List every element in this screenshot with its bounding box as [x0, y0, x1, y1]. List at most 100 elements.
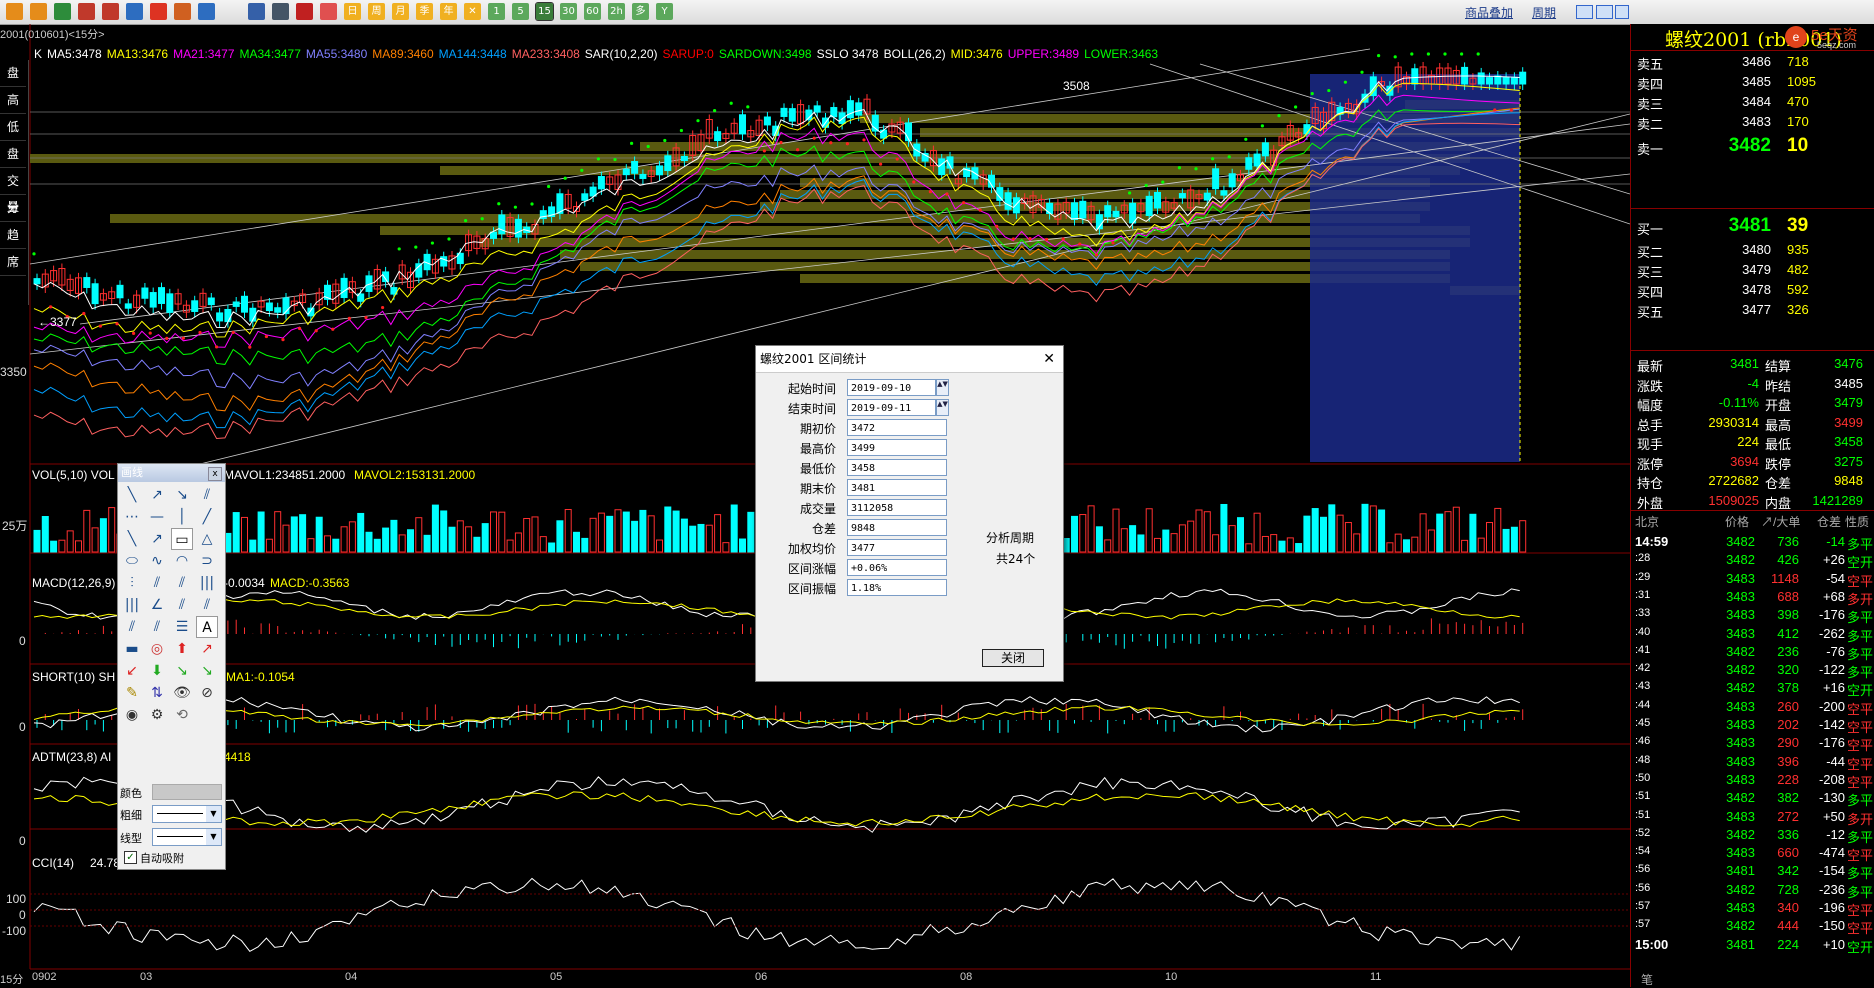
rect-icon[interactable]: ▭	[171, 528, 193, 550]
channel-icon[interactable]: ⫶	[121, 572, 143, 594]
dialog-field-input[interactable]: 9848	[847, 519, 947, 536]
fib-fan-icon[interactable]: ⫽	[171, 572, 193, 594]
angle-icon[interactable]: ∠	[146, 594, 168, 616]
auto-snap-checkbox[interactable]: ✓	[124, 851, 137, 864]
arrow-line-icon[interactable]: ↗	[146, 484, 168, 506]
palette-close-button[interactable]: x	[208, 467, 222, 481]
left-tool-5[interactable]: 分	[0, 195, 26, 222]
text-icon[interactable]: A	[196, 616, 218, 638]
ellipse-icon[interactable]: ⬭	[121, 550, 143, 572]
down-arrow-icon[interactable]: ⬇	[146, 660, 168, 682]
line-segment-icon[interactable]: ╲	[121, 484, 143, 506]
period-3-button[interactable]: 30	[560, 3, 577, 20]
dialog-field-input[interactable]: +0.06%	[847, 559, 947, 576]
up-right-arrow-icon[interactable]: ↗	[196, 638, 218, 660]
tick-x-icon[interactable]: ✕	[464, 3, 481, 20]
chevron-down-icon[interactable]: ▼	[206, 829, 221, 845]
arc-icon[interactable]: ⊃	[196, 550, 218, 572]
palette-weight-select[interactable]: ▼	[152, 805, 222, 823]
split-window-icon[interactable]	[1596, 5, 1613, 19]
dialog-field-input[interactable]: 3499	[847, 439, 947, 456]
down-right-arrow-icon[interactable]: ↘	[171, 660, 193, 682]
eye-hide-icon[interactable]: 👁	[171, 682, 193, 704]
down-left-arrow-icon[interactable]: ↙	[121, 660, 143, 682]
dialog-field-input[interactable]: 3477	[847, 539, 947, 556]
week-icon[interactable]: 周	[368, 3, 385, 20]
eye-icon[interactable]: ◉	[121, 704, 143, 726]
left-tool-3[interactable]: 盘	[0, 141, 26, 168]
fork-icon[interactable]: ⫽	[146, 616, 168, 638]
month-icon[interactable]: 月	[392, 3, 409, 20]
dialog-close-button[interactable]: 关闭	[982, 649, 1044, 667]
period-5-button[interactable]: 2h	[608, 3, 625, 20]
zoom-in-icon[interactable]	[78, 3, 95, 20]
vertical-bars-icon[interactable]: |||	[121, 594, 143, 616]
speed-fan-icon[interactable]: ⫽	[171, 594, 193, 616]
dialog-field-input[interactable]: 2019-09-11 15:00	[847, 399, 936, 431]
tick-tab[interactable]: 笔	[1641, 971, 1653, 988]
down-right-green-icon[interactable]: ↘	[196, 660, 218, 682]
regression-icon[interactable]: ⫽	[196, 594, 218, 616]
overlay-link[interactable]: 商品叠加	[1465, 4, 1513, 21]
fib-arc-icon[interactable]: ◠	[171, 550, 193, 572]
left-tool-7[interactable]: 席	[0, 249, 26, 276]
chevron-down-icon[interactable]: ▼	[206, 806, 221, 822]
left-tool-6[interactable]: 趋	[0, 222, 26, 249]
file-icon[interactable]	[6, 3, 23, 20]
ruler-icon[interactable]: ▬	[121, 638, 143, 660]
layout-icon[interactable]	[1576, 5, 1593, 19]
dialog-field-input[interactable]: 2019-09-10 15:00	[847, 379, 936, 411]
split-icon[interactable]: ☰	[171, 616, 193, 638]
palette-color-swatch[interactable]	[152, 784, 222, 800]
day-icon[interactable]: 日	[344, 3, 361, 20]
window-icon[interactable]	[126, 3, 143, 20]
spin-icon[interactable]: ▲▼	[936, 379, 949, 396]
line-icon[interactable]: ╲	[121, 528, 143, 550]
expand-icon[interactable]	[1615, 5, 1629, 19]
wave-icon[interactable]: ∿	[146, 550, 168, 572]
zoom-out-icon[interactable]	[102, 3, 119, 20]
palette-title-bar[interactable]: 画线 x	[118, 464, 225, 482]
period-7-button[interactable]: Y	[656, 3, 673, 20]
pencil-icon[interactable]: ✎	[121, 682, 143, 704]
palette-style-select[interactable]: ▼	[152, 828, 222, 846]
close-icon[interactable]: ✕	[1043, 346, 1055, 372]
dialog-field-input[interactable]: 1.18%	[847, 579, 947, 596]
wave-pattern-icon[interactable]: ⫽	[121, 616, 143, 638]
slope-line-icon[interactable]: ╱	[196, 506, 218, 528]
left-tool-1[interactable]: 高	[0, 87, 26, 114]
filter-icon[interactable]	[198, 3, 215, 20]
undo-icon[interactable]: ⟲	[171, 704, 193, 726]
horizontal-line-icon[interactable]: —	[146, 506, 168, 528]
period-lines-icon[interactable]: |||	[196, 572, 218, 594]
year-icon[interactable]: 年	[440, 3, 457, 20]
table-icon[interactable]	[272, 3, 289, 20]
dialog-field-input[interactable]: 3112058	[847, 499, 947, 516]
left-tool-2[interactable]: 低	[0, 114, 26, 141]
tick-icon[interactable]	[320, 3, 337, 20]
target-icon[interactable]: ◎	[146, 638, 168, 660]
buy-sell-icon[interactable]: ⇅	[146, 682, 168, 704]
left-tool-0[interactable]: 盘	[0, 60, 26, 87]
draw-pen-icon[interactable]	[150, 3, 167, 20]
dialog-field-input[interactable]: 3458	[847, 459, 947, 476]
spin-icon[interactable]: ▲▼	[936, 399, 949, 416]
brush-icon[interactable]	[174, 3, 191, 20]
season-icon[interactable]: 季	[416, 3, 433, 20]
dotted-line-icon[interactable]: ⋯	[121, 506, 143, 528]
arrow-icon[interactable]: ↗	[146, 528, 168, 550]
refresh-icon[interactable]	[54, 3, 71, 20]
chart-line-icon[interactable]	[296, 3, 313, 20]
period-link[interactable]: 周期	[1532, 4, 1556, 21]
period-4-button[interactable]: 60	[584, 3, 601, 20]
grid-icon[interactable]	[248, 3, 265, 20]
eye-off-icon[interactable]: ⊘	[196, 682, 218, 704]
vertical-line-icon[interactable]: │	[171, 506, 193, 528]
parallel-icon[interactable]: ⫽	[196, 484, 218, 506]
up-arrow-icon[interactable]: ⬆	[171, 638, 193, 660]
period-1-button[interactable]: 5	[512, 3, 529, 20]
period-0-button[interactable]: 1	[488, 3, 505, 20]
left-tool-4[interactable]: 交 量	[0, 168, 26, 214]
period-6-button[interactable]: 多	[632, 3, 649, 20]
open-icon[interactable]	[30, 3, 47, 20]
